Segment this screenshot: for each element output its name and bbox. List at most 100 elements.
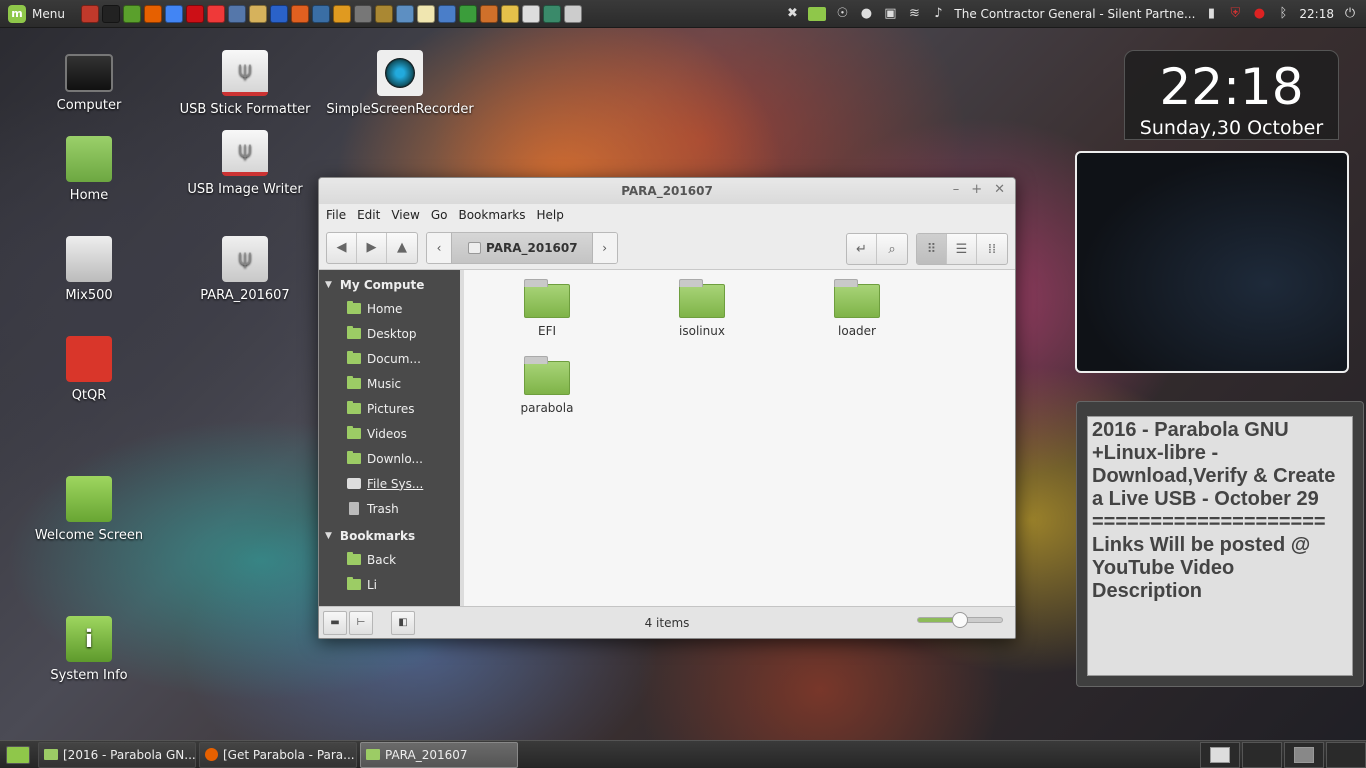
sidebar-item-desktop[interactable]: Desktop <box>319 321 460 346</box>
app-icon[interactable] <box>332 4 351 23</box>
sidebar-item-music[interactable]: Music <box>319 371 460 396</box>
desktop-icon-computer[interactable]: Computer <box>14 50 164 113</box>
app-icon[interactable] <box>353 4 372 23</box>
breadcrumb-left-button[interactable]: ‹ <box>427 232 451 263</box>
folder-icon[interactable] <box>808 7 827 21</box>
user-icon[interactable]: ● <box>858 6 874 22</box>
forward-button[interactable]: ▶ <box>357 232 387 263</box>
list-view-button[interactable]: ☰ <box>947 234 977 264</box>
app-icon[interactable] <box>227 4 246 23</box>
workspace-1[interactable] <box>1200 742 1240 768</box>
sidebar-item-li[interactable]: Li <box>319 572 460 597</box>
spreadsheet-icon[interactable] <box>458 4 477 23</box>
sidebar-item-trash[interactable]: Trash <box>319 496 460 521</box>
sidebar-item-pictures[interactable]: Pictures <box>319 396 460 421</box>
media-icon[interactable] <box>290 4 309 23</box>
shield-icon[interactable]: ⛨ <box>1227 6 1243 22</box>
desktop-icon-welcome-screen[interactable]: Welcome Screen <box>14 476 164 543</box>
desktop-icon-home[interactable]: Home <box>14 136 164 203</box>
software-manager-icon[interactable] <box>122 4 141 23</box>
target-icon[interactable] <box>542 4 561 23</box>
sidebar-item-back[interactable]: Back <box>319 547 460 572</box>
breadcrumb-item[interactable]: PARA_201607 <box>451 232 593 263</box>
brick-icon[interactable] <box>80 4 99 23</box>
monitor-icon[interactable] <box>374 4 393 23</box>
firefox-icon[interactable] <box>143 4 162 23</box>
sidebar-item-filesystem[interactable]: File Sys... <box>319 471 460 496</box>
accessibility-icon[interactable]: ☉ <box>834 6 850 22</box>
sidebar-item-videos[interactable]: Videos <box>319 421 460 446</box>
disc-icon[interactable] <box>521 4 540 23</box>
menu-edit[interactable]: Edit <box>357 208 380 222</box>
music-note-icon[interactable]: ♪ <box>930 6 946 22</box>
close-icon[interactable]: ✖ <box>784 6 800 22</box>
desktop-icon-system-info[interactable]: i System Info <box>14 616 164 683</box>
now-playing-text[interactable]: The Contractor General - Silent Partne..… <box>954 7 1195 21</box>
sidebar-item-downloads[interactable]: Downlo... <box>319 446 460 471</box>
desktop-icon-para-201607[interactable]: ⍦ PARA_201607 <box>170 236 320 303</box>
menu-button[interactable]: m Menu <box>0 0 73 28</box>
workspace-3[interactable] <box>1284 742 1324 768</box>
workspace-2[interactable] <box>1242 742 1282 768</box>
sidebar-item-home[interactable]: Home <box>319 296 460 321</box>
zoom-slider[interactable] <box>917 612 1003 628</box>
menu-go[interactable]: Go <box>431 208 448 222</box>
presentation-icon[interactable] <box>479 4 498 23</box>
camera-icon[interactable] <box>563 4 582 23</box>
sidebar-item-documents[interactable]: Docum... <box>319 346 460 371</box>
show-places-button[interactable]: ▬ <box>323 610 347 635</box>
text-editor-icon[interactable] <box>416 4 435 23</box>
power-icon[interactable]: ⏻ <box>1342 6 1358 22</box>
desktop-icon-mix500[interactable]: Mix500 <box>14 236 164 303</box>
desktop-icon-simplescreenrecorder[interactable]: SimpleScreenRecorder <box>325 50 475 117</box>
notes-area[interactable]: 2016 - Parabola GNU +Linux-libre - Downl… <box>1087 416 1353 676</box>
file-item-parabola[interactable]: parabola <box>502 356 592 415</box>
show-desktop-button[interactable] <box>6 745 30 764</box>
puzzle-icon[interactable] <box>500 4 519 23</box>
terminal-icon[interactable] <box>101 4 120 23</box>
desktop-icon-qtqr[interactable]: QtQR <box>14 336 164 403</box>
vivaldi-icon[interactable] <box>206 4 225 23</box>
taskbar-item[interactable]: PARA_201607 <box>360 741 518 768</box>
menu-help[interactable]: Help <box>537 208 564 222</box>
compact-view-button[interactable]: ⁞⁞ <box>977 234 1007 264</box>
minimize-icon[interactable]: – <box>953 182 960 197</box>
bluetooth-icon[interactable]: ᛒ <box>1275 6 1291 22</box>
battery-icon[interactable]: ▮ <box>1203 6 1219 22</box>
maximize-icon[interactable]: + <box>971 182 982 197</box>
window-titlebar[interactable]: PARA_201607 – + ✕ <box>319 178 1015 204</box>
taskbar-item[interactable]: [2016 - Parabola GN... <box>38 741 196 768</box>
opera-icon[interactable] <box>185 4 204 23</box>
breadcrumb-right-button[interactable]: › <box>592 232 617 263</box>
back-button[interactable]: ◀ <box>327 232 357 263</box>
file-item-loader[interactable]: loader <box>812 279 902 338</box>
up-button[interactable]: ▲ <box>387 233 417 263</box>
record-icon[interactable]: ● <box>1251 6 1267 22</box>
screenshot-icon[interactable]: ▣ <box>882 6 898 22</box>
search-button[interactable]: ⌕ <box>877 234 907 264</box>
chrome-icon[interactable] <box>164 4 183 23</box>
hide-sidebar-button[interactable]: ◧ <box>391 610 415 635</box>
menu-file[interactable]: File <box>326 208 346 222</box>
desktop-icon-usb-image-writer[interactable]: ⍦ USB Image Writer <box>170 130 320 197</box>
menu-bookmarks[interactable]: Bookmarks <box>458 208 525 222</box>
network-icon[interactable] <box>311 4 330 23</box>
panel-clock[interactable]: 22:18 <box>1299 7 1334 21</box>
sidebar-header-my-computer[interactable]: ▼ My Compute <box>319 274 460 296</box>
wifi-icon[interactable]: ≋ <box>906 6 922 22</box>
menu-view[interactable]: View <box>391 208 419 222</box>
desktop-icon-usb-stick-formatter[interactable]: ⍦ USB Stick Formatter <box>170 50 320 117</box>
zoom-slider-handle[interactable] <box>952 612 968 628</box>
toggle-location-button[interactable]: ↵ <box>847 234 877 264</box>
browser-icon[interactable] <box>269 4 288 23</box>
document-icon[interactable] <box>437 4 456 23</box>
close-icon[interactable]: ✕ <box>994 182 1005 197</box>
taskbar-item[interactable]: [Get Parabola - Para... <box>199 741 357 768</box>
file-item-isolinux[interactable]: isolinux <box>657 279 747 338</box>
mail-icon[interactable] <box>248 4 267 23</box>
icon-view-button[interactable]: ⠿ <box>917 234 947 264</box>
workspace-4[interactable] <box>1326 742 1366 768</box>
show-treeview-button[interactable]: ⊢ <box>349 610 373 635</box>
image-icon[interactable] <box>395 4 414 23</box>
file-item-efi[interactable]: EFI <box>502 279 592 338</box>
